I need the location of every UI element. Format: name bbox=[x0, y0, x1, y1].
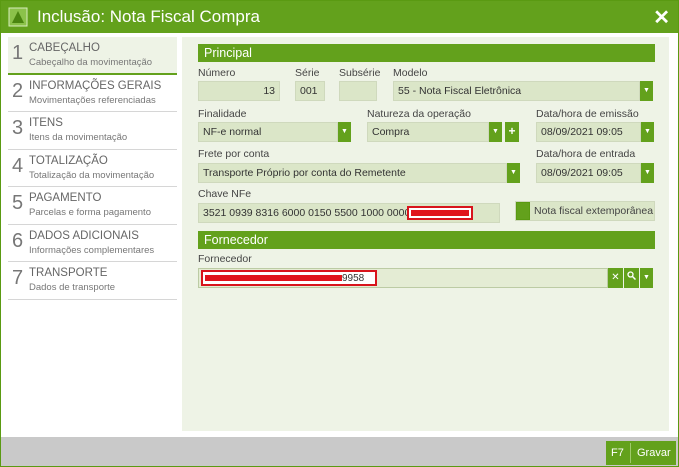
finalidade-select[interactable]: NF-e normal bbox=[198, 122, 338, 142]
step-pagamento[interactable]: 5 PAGAMENTO Parcelas e forma pagamento bbox=[8, 187, 177, 225]
add-natureza-button[interactable]: + bbox=[505, 122, 519, 142]
step-number: 3 bbox=[12, 117, 24, 139]
subserie-field[interactable] bbox=[339, 81, 377, 101]
entrada-field[interactable]: 08/09/2021 09:05 bbox=[536, 163, 641, 183]
section-fornecedor-header: Fornecedor bbox=[198, 231, 655, 249]
section-principal-header: Principal bbox=[198, 44, 655, 62]
chevron-down-icon[interactable]: ▼ bbox=[641, 122, 654, 142]
save-button[interactable]: F7 Gravar bbox=[606, 441, 676, 465]
clear-icon[interactable]: ✕ bbox=[608, 268, 623, 288]
step-number: 2 bbox=[12, 79, 24, 102]
numero-field[interactable]: 13 bbox=[198, 81, 280, 101]
fornecedor-visible-fragment: 9958 bbox=[342, 273, 365, 284]
step-totalizacao[interactable]: 4 TOTALIZAÇÃO Totalização da movimentaçã… bbox=[8, 150, 177, 187]
step-informacoes-gerais[interactable]: 2 INFORMAÇÕES GERAIS Movimentações refer… bbox=[8, 75, 177, 112]
step-subtitle: Informações complementares bbox=[29, 244, 155, 256]
step-subtitle: Totalização da movimentação bbox=[29, 169, 155, 181]
serie-field[interactable]: 001 bbox=[295, 81, 325, 101]
chevron-down-icon[interactable]: ▼ bbox=[641, 163, 654, 183]
step-subtitle: Parcelas e forma pagamento bbox=[29, 207, 151, 218]
step-number: 4 bbox=[12, 154, 24, 177]
step-cabecalho[interactable]: 1 CABEÇALHO Cabeçalho da movimentação bbox=[8, 37, 177, 75]
step-title: ITENS bbox=[29, 117, 63, 129]
redaction-mark bbox=[407, 206, 473, 220]
modelo-label: Modelo bbox=[393, 67, 428, 79]
extemporanea-label: Nota fiscal extemporânea bbox=[534, 205, 654, 217]
chevron-down-icon[interactable]: ▼ bbox=[640, 268, 653, 288]
emissao-label: Data/hora de emissão bbox=[536, 108, 639, 120]
chevron-down-icon[interactable]: ▼ bbox=[507, 163, 520, 183]
step-itens[interactable]: 3 ITENS Itens da movimentação bbox=[8, 112, 177, 150]
step-subtitle: Itens da movimentação bbox=[29, 132, 128, 143]
chave-label: Chave NFe bbox=[198, 188, 252, 200]
numero-label: Número bbox=[198, 67, 236, 79]
step-title: TOTALIZAÇÃO bbox=[29, 154, 108, 167]
chave-value: 3521 0939 8316 6000 0150 5500 1000 0000 bbox=[203, 207, 411, 219]
separator bbox=[630, 443, 631, 463]
entrada-label: Data/hora de entrada bbox=[536, 148, 636, 160]
finalidade-label: Finalidade bbox=[198, 108, 247, 120]
frete-select[interactable]: Transporte Próprio por conta do Remetent… bbox=[198, 163, 507, 183]
search-icon[interactable] bbox=[624, 268, 639, 288]
step-transporte[interactable]: 7 TRANSPORTE Dados de transporte bbox=[8, 262, 177, 300]
step-number: 1 bbox=[12, 42, 24, 64]
modelo-select[interactable]: 55 - Nota Fiscal Eletrônica bbox=[393, 81, 640, 101]
app-icon bbox=[8, 7, 28, 27]
step-number: 7 bbox=[12, 267, 24, 289]
footer-bar: F7 Gravar bbox=[1, 437, 678, 466]
step-title: DADOS ADICIONAIS bbox=[29, 229, 139, 242]
fornecedor-label: Fornecedor bbox=[198, 253, 252, 265]
step-title: PAGAMENTO bbox=[29, 192, 102, 204]
chevron-down-icon[interactable]: ▼ bbox=[489, 122, 502, 142]
search-icon-glyph bbox=[627, 271, 637, 281]
close-icon[interactable]: ✕ bbox=[653, 5, 670, 30]
step-subtitle: Dados de transporte bbox=[29, 282, 116, 293]
step-number: 5 bbox=[12, 192, 24, 214]
window-title: Inclusão: Nota Fiscal Compra bbox=[37, 7, 260, 26]
extemporanea-checkbox[interactable] bbox=[516, 202, 530, 220]
step-title: TRANSPORTE bbox=[29, 267, 108, 279]
frete-label: Frete por conta bbox=[198, 148, 270, 160]
natureza-select[interactable]: Compra bbox=[367, 122, 489, 142]
save-shortcut: F7 bbox=[611, 447, 624, 459]
title-bar: Inclusão: Nota Fiscal Compra ✕ bbox=[1, 1, 678, 33]
subserie-label: Subsérie bbox=[339, 67, 381, 79]
step-dados-adicionais[interactable]: 6 DADOS ADICIONAIS Informações complemen… bbox=[8, 225, 177, 262]
redaction-mark: 9958 bbox=[201, 270, 377, 286]
form-panel: Principal Número 13 Série 001 Subsérie M… bbox=[182, 37, 669, 431]
save-label: Gravar bbox=[637, 447, 671, 459]
step-number: 6 bbox=[12, 229, 24, 252]
step-subtitle: Movimentações referenciadas bbox=[29, 94, 156, 106]
step-title: CABEÇALHO bbox=[29, 42, 100, 54]
step-subtitle: Cabeçalho da movimentação bbox=[29, 57, 153, 68]
natureza-label: Natureza da operação bbox=[367, 108, 471, 120]
chevron-down-icon[interactable]: ▼ bbox=[640, 81, 653, 101]
serie-label: Série bbox=[295, 67, 320, 79]
steps-sidebar: 1 CABEÇALHO Cabeçalho da movimentação 2 … bbox=[8, 37, 177, 300]
step-title: INFORMAÇÕES GERAIS bbox=[29, 79, 162, 92]
emissao-field[interactable]: 08/09/2021 09:05 bbox=[536, 122, 641, 142]
dialog-window: Inclusão: Nota Fiscal Compra ✕ 1 CABEÇAL… bbox=[0, 0, 679, 467]
chevron-down-icon[interactable]: ▼ bbox=[338, 122, 351, 142]
